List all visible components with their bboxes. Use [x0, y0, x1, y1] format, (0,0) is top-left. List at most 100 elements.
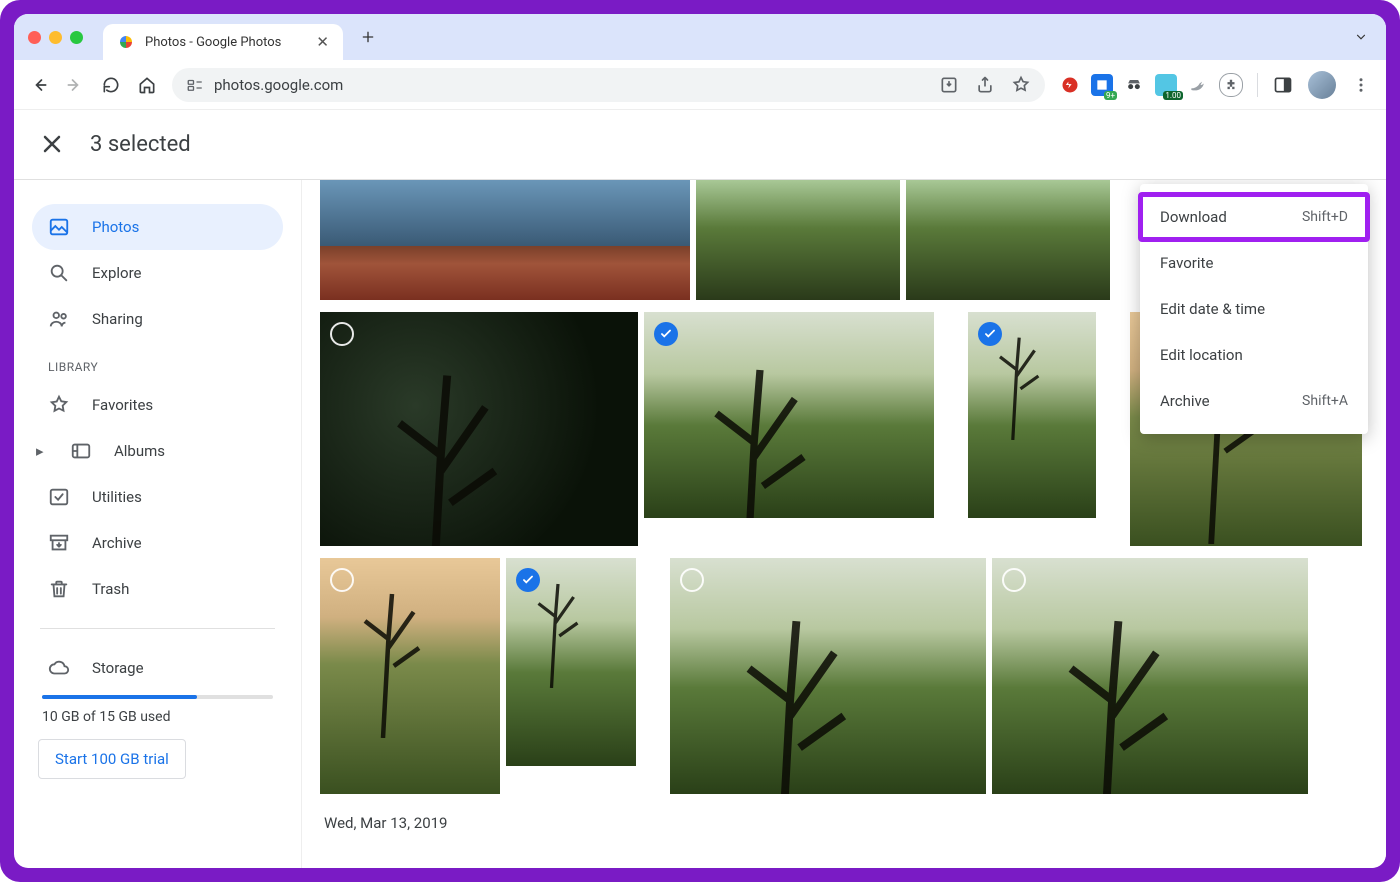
nav-label: Utilities — [92, 488, 142, 506]
menu-item-favorite[interactable]: Favorite — [1140, 240, 1368, 286]
close-window-icon[interactable] — [28, 31, 41, 44]
nav-label: Albums — [114, 442, 165, 460]
google-photos-favicon-icon — [117, 33, 135, 51]
menu-item-archive[interactable]: ArchiveShift+A — [1140, 378, 1368, 424]
extension-icons: 9+ 1.00 — [1059, 73, 1243, 97]
nav-label: Sharing — [92, 310, 143, 328]
trash-icon — [48, 578, 70, 600]
menu-label: Edit location — [1160, 346, 1243, 364]
photo-grid-area: Wed, Mar 13, 2019 DownloadShift+D Favorit… — [302, 180, 1386, 868]
close-selection-button[interactable] — [40, 132, 66, 158]
menu-label: Edit date & time — [1160, 300, 1265, 318]
storage-label: Storage — [92, 659, 144, 677]
share-icon[interactable] — [975, 75, 995, 95]
sidebar-item-archive[interactable]: Archive — [32, 520, 283, 566]
selection-check-on-icon[interactable] — [654, 322, 678, 346]
sidebar-item-favorites[interactable]: Favorites — [32, 382, 283, 428]
tab-title: Photos - Google Photos — [145, 35, 306, 50]
photo-thumbnail[interactable] — [644, 312, 934, 518]
profile-avatar[interactable] — [1308, 71, 1336, 99]
extension-adblock-icon[interactable] — [1059, 74, 1081, 96]
selection-check-off-icon[interactable] — [330, 568, 354, 592]
selection-check-off-icon[interactable] — [330, 322, 354, 346]
cloud-icon — [48, 657, 70, 679]
nav-label: Explore — [92, 264, 142, 282]
extension-badge: 9+ — [1104, 91, 1117, 100]
sidebar: Photos Explore Sharing LIBRARY Favorites ▸A… — [14, 180, 302, 868]
extensions-button[interactable] — [1219, 73, 1243, 97]
browser-tab[interactable]: Photos - Google Photos ✕ — [103, 24, 343, 60]
close-icon — [40, 132, 64, 156]
extension-badge: 1.00 — [1163, 91, 1183, 100]
side-panel-button[interactable] — [1272, 74, 1294, 96]
arrow-right-icon — [65, 75, 85, 95]
storage-text: 10 GB of 15 GB used — [42, 709, 273, 725]
photo-thumbnail[interactable] — [320, 312, 638, 546]
side-panel-icon — [1273, 75, 1293, 95]
photo-thumbnail[interactable] — [670, 558, 986, 794]
install-app-icon[interactable] — [939, 75, 959, 95]
selection-check-off-icon[interactable] — [1002, 568, 1026, 592]
sidebar-item-albums[interactable]: ▸Albums — [32, 428, 283, 474]
chrome-menu-button[interactable] — [1350, 74, 1372, 96]
forward-button[interactable] — [64, 74, 86, 96]
sidebar-item-utilities[interactable]: Utilities — [32, 474, 283, 520]
maximize-window-icon[interactable] — [70, 31, 83, 44]
selection-check-on-icon[interactable] — [978, 322, 1002, 346]
photo-thumbnail[interactable] — [968, 312, 1096, 518]
selection-check-on-icon[interactable] — [516, 568, 540, 592]
photo-thumbnail[interactable] — [320, 558, 500, 794]
extension-incognito-icon[interactable] — [1123, 74, 1145, 96]
storage-bar — [42, 695, 273, 699]
selection-bar: 3 selected — [14, 110, 1386, 180]
extension-bird-icon[interactable] — [1187, 74, 1209, 96]
close-tab-icon[interactable]: ✕ — [316, 33, 329, 51]
extension-teal-icon[interactable]: 1.00 — [1155, 74, 1177, 96]
selection-check-off-icon[interactable] — [680, 568, 704, 592]
photo-thumbnail[interactable] — [320, 180, 690, 300]
sidebar-item-trash[interactable]: Trash — [32, 566, 283, 612]
menu-item-edit-location[interactable]: Edit location — [1140, 332, 1368, 378]
album-icon — [70, 440, 92, 462]
home-icon — [137, 75, 157, 95]
check-square-icon — [48, 486, 70, 508]
nav-label: Archive — [92, 534, 142, 552]
people-icon — [48, 308, 70, 330]
archive-icon — [48, 532, 70, 554]
extension-blue-icon[interactable]: 9+ — [1091, 74, 1113, 96]
selection-count-text: 3 selected — [90, 132, 191, 157]
nav-label: Trash — [92, 580, 129, 598]
window-controls — [28, 31, 83, 44]
plus-icon — [360, 29, 376, 45]
browser-toolbar: photos.google.com 9+ 1.00 — [14, 60, 1386, 110]
photo-thumbnail[interactable] — [696, 180, 900, 300]
menu-item-edit-date-time[interactable]: Edit date & time — [1140, 286, 1368, 332]
library-header: LIBRARY — [48, 360, 267, 374]
star-icon — [48, 394, 70, 416]
tabs-dropdown-button[interactable] — [1346, 22, 1376, 52]
kebab-icon — [1352, 76, 1370, 94]
site-info-icon[interactable] — [186, 76, 204, 94]
sidebar-item-sharing[interactable]: Sharing — [32, 296, 283, 342]
minimize-window-icon[interactable] — [49, 31, 62, 44]
back-button[interactable] — [28, 74, 50, 96]
reload-button[interactable] — [100, 74, 122, 96]
photo-thumbnail[interactable] — [506, 558, 636, 766]
new-tab-button[interactable] — [353, 22, 383, 52]
nav-label: Favorites — [92, 396, 153, 414]
sidebar-item-storage[interactable]: Storage — [32, 645, 283, 691]
menu-item-download[interactable]: DownloadShift+D — [1140, 194, 1368, 240]
photo-thumbnail[interactable] — [906, 180, 1110, 300]
date-header: Wed, Mar 13, 2019 — [324, 814, 1382, 832]
sidebar-item-photos[interactable]: Photos — [32, 204, 283, 250]
chevron-down-icon — [1354, 30, 1368, 44]
address-bar[interactable]: photos.google.com — [172, 68, 1045, 102]
photo-thumbnail[interactable] — [992, 558, 1308, 794]
start-trial-button[interactable]: Start 100 GB trial — [38, 739, 186, 779]
sidebar-item-explore[interactable]: Explore — [32, 250, 283, 296]
bookmark-star-icon[interactable] — [1011, 75, 1031, 95]
menu-label: Download — [1160, 208, 1227, 226]
menu-label: Favorite — [1160, 254, 1213, 272]
image-icon — [48, 216, 70, 238]
home-button[interactable] — [136, 74, 158, 96]
